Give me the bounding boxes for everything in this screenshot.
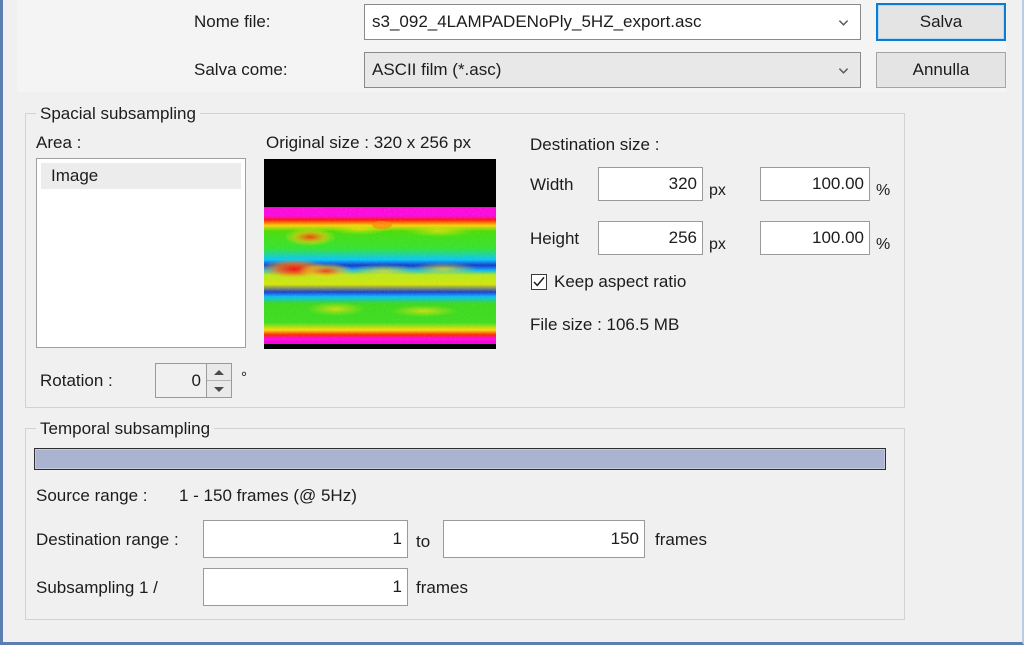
thermal-preview-image bbox=[264, 159, 496, 349]
temporal-range-slider[interactable] bbox=[34, 448, 886, 470]
keep-aspect-ratio-checkbox[interactable]: Keep aspect ratio bbox=[531, 272, 686, 292]
spinner-up-button[interactable] bbox=[207, 364, 231, 381]
file-name-label: Nome file: bbox=[194, 12, 271, 31]
triangle-down-icon bbox=[214, 386, 224, 392]
file-size-label: File size : 106.5 MB bbox=[530, 315, 680, 334]
checkbox-box[interactable] bbox=[531, 274, 547, 290]
destination-range-from-input[interactable]: 1 bbox=[203, 520, 408, 558]
height-label: Height bbox=[530, 229, 580, 248]
height-px-input[interactable]: 256 bbox=[598, 221, 703, 255]
width-percent-unit: % bbox=[876, 182, 891, 199]
width-percent-input[interactable]: 100.00 bbox=[760, 167, 870, 201]
list-item[interactable]: Image bbox=[41, 163, 241, 189]
spacial-group-title: Spacial subsampling bbox=[36, 105, 200, 123]
rotation-spin-buttons[interactable] bbox=[206, 364, 231, 397]
rotation-unit: ° bbox=[241, 369, 247, 386]
height-percent-unit: % bbox=[876, 236, 891, 253]
save-as-value[interactable]: ASCII film (*.asc) bbox=[365, 60, 826, 80]
destination-range-label: Destination range : bbox=[36, 530, 179, 549]
cancel-button[interactable]: Annulla bbox=[876, 52, 1006, 88]
rotation-input[interactable]: 0 bbox=[156, 364, 206, 397]
keep-aspect-ratio-label: Keep aspect ratio bbox=[554, 272, 687, 291]
file-name-combo[interactable]: s3_092_4LAMPADENoPly_5HZ_export.asc bbox=[364, 4, 861, 40]
width-px-input[interactable]: 320 bbox=[598, 167, 703, 201]
image-preview bbox=[264, 159, 496, 349]
subsampling-label: Subsampling 1 / bbox=[36, 578, 158, 597]
rotation-label: Rotation : bbox=[40, 371, 113, 390]
triangle-up-icon bbox=[214, 369, 224, 375]
save-as-combo[interactable]: ASCII film (*.asc) bbox=[364, 52, 861, 88]
area-listbox[interactable]: Image bbox=[36, 158, 246, 348]
subsampling-unit: frames bbox=[416, 578, 468, 597]
chevron-down-icon[interactable] bbox=[826, 17, 860, 28]
chevron-down-icon[interactable] bbox=[826, 65, 860, 76]
save-as-label: Salva come: bbox=[194, 60, 288, 79]
spinner-down-button[interactable] bbox=[207, 381, 231, 397]
chevron-down-glyph bbox=[838, 67, 848, 74]
check-icon bbox=[533, 276, 545, 287]
save-button-inner: Salva bbox=[878, 5, 1004, 39]
original-size-label: Original size : 320 x 256 px bbox=[266, 133, 472, 152]
destination-range-to-label: to bbox=[416, 532, 431, 551]
file-name-input[interactable]: s3_092_4LAMPADENoPly_5HZ_export.asc bbox=[365, 12, 826, 32]
export-dialog: Nome file: s3_092_4LAMPADENoPly_5HZ_expo… bbox=[0, 0, 1024, 645]
source-range-label: Source range : bbox=[36, 486, 148, 505]
destination-size-label: Destination size : bbox=[530, 135, 660, 154]
save-button[interactable]: Salva bbox=[876, 3, 1006, 41]
area-label: Area : bbox=[36, 133, 82, 152]
width-px-unit: px bbox=[709, 182, 726, 199]
height-px-unit: px bbox=[709, 236, 726, 253]
destination-range-to-input[interactable]: 150 bbox=[443, 520, 645, 558]
subsampling-input[interactable]: 1 bbox=[203, 568, 408, 606]
dialog-body: Nome file: s3_092_4LAMPADENoPly_5HZ_expo… bbox=[3, 0, 1022, 642]
save-button-label: Salva bbox=[919, 12, 963, 31]
temporal-group-title: Temporal subsampling bbox=[36, 420, 215, 438]
width-label: Width bbox=[530, 175, 574, 194]
height-percent-input[interactable]: 100.00 bbox=[760, 221, 870, 255]
source-range-value: 1 - 150 frames (@ 5Hz) bbox=[179, 486, 357, 505]
rotation-spinner[interactable]: 0 bbox=[155, 363, 232, 398]
cancel-button-label: Annulla bbox=[912, 60, 970, 79]
chevron-down-glyph bbox=[838, 19, 848, 26]
destination-range-unit: frames bbox=[655, 530, 707, 549]
